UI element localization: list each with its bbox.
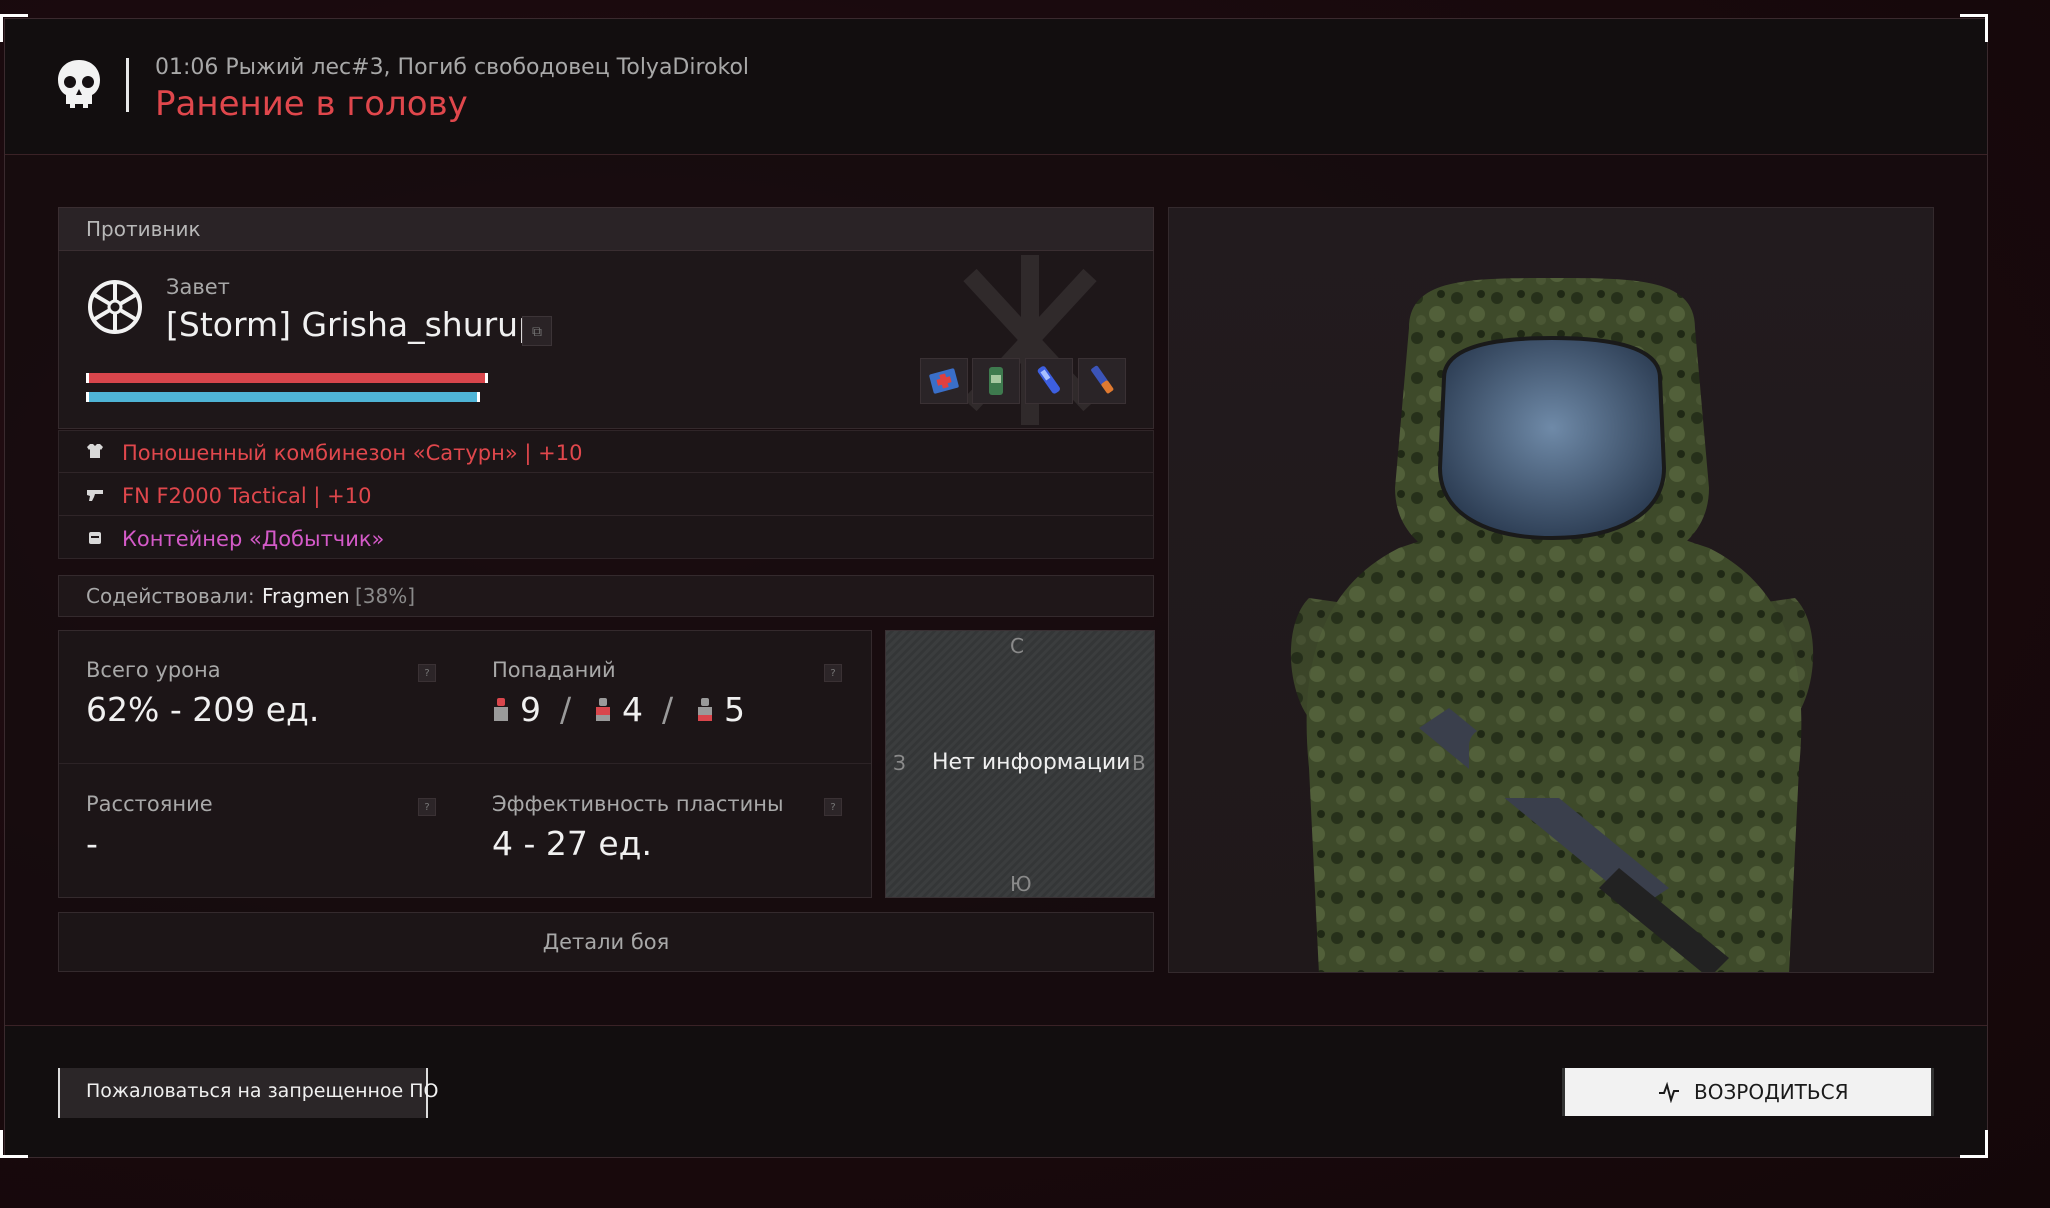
enemy-player-name: [Storm] Grisha_shurup [166, 305, 540, 344]
minimap-no-info-message: Нет информации [932, 750, 1131, 775]
enemy-faction: Завет [166, 275, 230, 299]
total-damage-label: Всего урона [86, 658, 221, 682]
canister-icon [989, 367, 1003, 395]
equipment-weapon-name: FN F2000 Tactical | +10 [122, 484, 372, 508]
frame-corner-top-left [0, 14, 28, 42]
compass-south: Ю [1010, 872, 1032, 896]
faction-emblem-icon [88, 280, 142, 334]
copy-name-button[interactable]: ⧉ [522, 316, 552, 346]
equipment-armor-name: Поношенный комбинезон «Сатурн» | +10 [122, 441, 583, 465]
report-cheat-label: Пожаловаться на запрещенное ПО [86, 1080, 439, 1102]
compass-north: С [1010, 634, 1024, 658]
frame-corner-bottom-right [1960, 1130, 1988, 1158]
plate-efficiency-value: 4 - 27 ед. [492, 824, 652, 863]
distance-value: - [86, 824, 98, 863]
enemy-section-label: Противник [86, 217, 201, 241]
hits-separator: / [560, 690, 572, 729]
head-hit-icon [494, 698, 508, 721]
plate-efficiency-label: Эффективность пластины [492, 792, 784, 816]
quick-slot-injector [1025, 358, 1073, 404]
plate-efficiency-help-icon[interactable]: ? [824, 798, 842, 816]
hits-label: Попаданий [492, 658, 616, 682]
total-damage-help-icon[interactable]: ? [418, 664, 436, 682]
skull-icon [58, 60, 100, 108]
enemy-section-header [58, 207, 1154, 251]
medkit-icon [929, 368, 959, 394]
legs-hit-icon [698, 698, 712, 721]
head-hits-value: 9 [520, 690, 541, 729]
character-model-image [1290, 278, 1814, 972]
compass-east: В [1132, 751, 1146, 775]
enemy-health-bar [86, 373, 488, 383]
frame-corner-top-right [1960, 14, 1988, 42]
death-cause-title: Ранение в голову [155, 84, 468, 124]
enemy-character-preview [1168, 207, 1934, 973]
grenade-icon [1091, 365, 1114, 394]
respawn-label: ВОЗРОДИТЬСЯ [1694, 1080, 1849, 1104]
enemy-armor-bar [86, 392, 480, 402]
hits-help-icon[interactable]: ? [824, 664, 842, 682]
hits-separator: / [662, 690, 674, 729]
legs-hits-value: 5 [724, 690, 745, 729]
equipment-container-name: Контейнер «Добытчик» [122, 527, 385, 551]
stats-divider [59, 763, 871, 764]
armor-icon [87, 444, 103, 458]
body-hit-icon [596, 698, 610, 721]
assist-player-name: Fragmen [262, 584, 350, 608]
pulse-icon [1659, 1081, 1679, 1103]
assist-percent: [38%] [355, 584, 416, 608]
header-divider [126, 58, 129, 112]
frame-corner-bottom-left [0, 1130, 28, 1158]
death-event-info: 01:06 Рыжий лес#3, Погиб свободовец Toly… [155, 55, 750, 80]
distance-label: Расстояние [86, 792, 213, 816]
total-damage-value: 62% - 209 ед. [86, 690, 320, 729]
injector-icon [1037, 366, 1060, 394]
container-icon [89, 532, 101, 544]
compass-west: З [893, 751, 906, 775]
assist-label: Содействовали: [86, 584, 255, 608]
body-hits-value: 4 [622, 690, 643, 729]
rifle-icon [87, 490, 103, 501]
quick-slot-canister [972, 358, 1020, 404]
battle-details-button[interactable]: Детали боя [58, 912, 1154, 972]
quick-slot-medkit [920, 358, 968, 404]
quick-slot-grenade [1078, 358, 1126, 404]
distance-help-icon[interactable]: ? [418, 798, 436, 816]
